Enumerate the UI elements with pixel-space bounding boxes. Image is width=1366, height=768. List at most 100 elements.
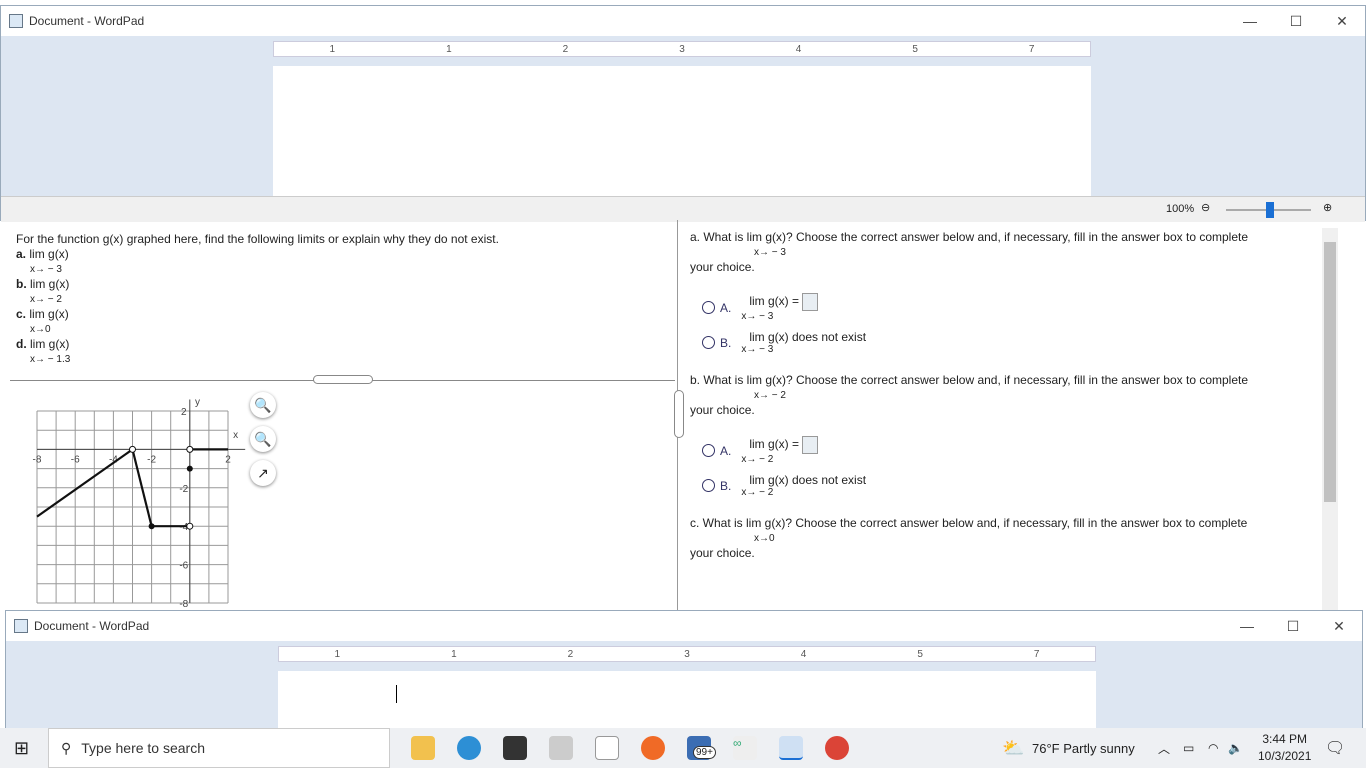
radio-b[interactable] xyxy=(702,336,715,349)
ruler-label: 1 xyxy=(334,648,341,660)
wordpad-icon xyxy=(14,619,28,633)
question-intro: For the function g(x) graphed here, find… xyxy=(16,232,499,246)
answer-input[interactable] xyxy=(802,436,819,454)
item-sub: x→ − 1.3 xyxy=(30,354,71,365)
radio-a[interactable] xyxy=(702,301,715,314)
question-text: b. What is lim g(x)? Choose the correct … xyxy=(690,373,1249,387)
zoom-out-graph-button[interactable]: 🔍 xyxy=(250,426,276,452)
ruler-label: 3 xyxy=(679,43,685,55)
item-expr: lim g(x) xyxy=(30,277,70,291)
limit-item-a: a. lim g(x) x→ − 3 xyxy=(16,247,661,277)
x-tick-label: -6 xyxy=(71,454,80,465)
ruler-label: 3 xyxy=(684,648,690,660)
option-b[interactable]: B. lim g(x) does not exist x→ − 3 xyxy=(702,330,1312,355)
ruler[interactable]: 1 1 2 3 4 5 7 xyxy=(273,41,1091,57)
radio-b[interactable] xyxy=(702,479,715,492)
taskbar-search[interactable]: ⚲ Type here to search xyxy=(48,728,390,768)
ruler-label: 5 xyxy=(912,43,918,55)
pane-resize-handle[interactable] xyxy=(674,390,684,438)
infinity-app-icon[interactable]: ∞ xyxy=(733,736,757,760)
clock-date: 10/3/2021 xyxy=(1258,749,1312,763)
document-area[interactable]: 1 1 2 3 4 5 7 xyxy=(6,641,1362,731)
question-text: a. What is lim g(x)? Choose the correct … xyxy=(690,230,1249,244)
notification-icon[interactable]: 🗨 xyxy=(1325,738,1345,758)
closed-point xyxy=(148,523,155,530)
item-sub: x→ − 2 xyxy=(30,294,62,305)
answer-question: a. What is lim g(x)? Choose the correct … xyxy=(690,230,1312,275)
document-page[interactable] xyxy=(278,671,1096,731)
x-axis-label: x xyxy=(233,430,238,441)
option-sub: x→ − 3 xyxy=(741,344,774,355)
zoom-slider-thumb[interactable] xyxy=(1266,202,1274,218)
answer-question: b. What is lim g(x)? Choose the correct … xyxy=(690,373,1312,418)
popout-graph-button[interactable]: ↗ xyxy=(250,460,276,486)
wifi-icon[interactable]: ◠ xyxy=(1208,741,1218,755)
maximize-button[interactable]: ☐ xyxy=(1273,13,1319,30)
minimize-button[interactable]: — xyxy=(1224,618,1270,635)
edge-icon[interactable] xyxy=(457,736,481,760)
store-icon[interactable] xyxy=(503,736,527,760)
start-button[interactable]: ⊞ xyxy=(14,738,29,759)
zoom-in-graph-button[interactable]: 🔍 xyxy=(250,392,276,418)
window-title: Document - WordPad xyxy=(34,619,150,633)
amazon-icon[interactable] xyxy=(595,736,619,760)
item-label: b. xyxy=(16,277,27,291)
ruler-label: 1 xyxy=(451,648,457,660)
item-sub: x→ − 3 xyxy=(30,264,62,275)
weather-icon[interactable]: ⛅ xyxy=(1002,738,1024,759)
scrollbar-thumb[interactable] xyxy=(1324,242,1336,502)
document-area[interactable]: 1 1 2 3 4 5 7 100% ⊖ ⊕ xyxy=(1,36,1365,222)
open-point xyxy=(129,445,136,453)
chrome-icon[interactable] xyxy=(825,736,849,760)
clock[interactable]: 3:44 PM 10/3/2021 xyxy=(1258,731,1311,765)
item-label: a. xyxy=(16,247,27,261)
option-b[interactable]: B. lim g(x) does not exist x→ − 2 xyxy=(702,473,1312,498)
tray-chevron-icon[interactable]: ︿ xyxy=(1158,740,1170,757)
window-title: Document - WordPad xyxy=(29,14,145,28)
item-expr: lim g(x) xyxy=(29,247,69,261)
y-tick-label: -2 xyxy=(179,484,188,495)
maximize-button[interactable]: ☐ xyxy=(1270,618,1316,635)
mail-badge: 99+ xyxy=(693,746,716,759)
battery-icon[interactable]: ▭ xyxy=(1183,741,1194,755)
open-point xyxy=(186,522,194,530)
option-text: lim g(x) does not exist xyxy=(749,330,867,344)
splitter-handle[interactable] xyxy=(313,375,373,384)
close-button[interactable]: ✕ xyxy=(1319,13,1365,30)
option-sub: x→ − 2 xyxy=(741,487,774,498)
zoom-out-button[interactable]: ⊖ xyxy=(1201,201,1210,214)
minimize-button[interactable]: — xyxy=(1227,13,1273,30)
answer-input[interactable] xyxy=(802,293,819,311)
document-page[interactable] xyxy=(273,66,1091,196)
wordpad-taskbar-icon[interactable] xyxy=(779,736,803,760)
option-label: B. xyxy=(720,335,732,350)
firefox-icon[interactable] xyxy=(641,736,665,760)
scrollbar[interactable] xyxy=(1322,228,1338,610)
weather-text[interactable]: 76°F Partly sunny xyxy=(1032,741,1135,756)
option-text: lim g(x) = xyxy=(749,294,800,309)
mail-icon[interactable]: 99+ xyxy=(687,736,716,760)
wordpad-window-bottom: Document - WordPad — ☐ ✕ 1 1 2 3 4 5 7 xyxy=(5,610,1363,731)
question-text: c. What is lim g(x)? Choose the correct … xyxy=(690,516,1248,530)
option-a[interactable]: A. lim g(x) = x→ − 3 xyxy=(702,293,1312,322)
ruler[interactable]: 1 1 2 3 4 5 7 xyxy=(278,646,1096,662)
volume-icon[interactable]: 🔈 xyxy=(1228,741,1243,755)
zoom-slider[interactable] xyxy=(1226,202,1311,218)
option-a[interactable]: A. lim g(x) = x→ − 2 xyxy=(702,436,1312,465)
radio-a[interactable] xyxy=(702,444,715,457)
close-button[interactable]: ✕ xyxy=(1316,618,1362,635)
question-sub: x→ − 3 xyxy=(754,247,786,258)
status-bar: 100% ⊖ ⊕ xyxy=(1,196,1365,222)
limit-item-c: c. lim g(x) x→0 xyxy=(16,307,661,337)
question-cont: your choice. xyxy=(690,546,755,560)
zoom-in-button[interactable]: ⊕ xyxy=(1323,201,1332,214)
title-bar: Document - WordPad — ☐ ✕ xyxy=(1,6,1365,36)
search-icon: ⚲ xyxy=(61,739,72,756)
dropbox-icon[interactable] xyxy=(549,736,573,760)
text-cursor xyxy=(396,685,397,703)
x-tick-label: -8 xyxy=(33,454,42,465)
y-tick-label: -6 xyxy=(179,561,188,572)
file-explorer-icon[interactable] xyxy=(411,736,435,760)
option-sub: x→ − 3 xyxy=(741,311,774,322)
ruler-label: 2 xyxy=(562,43,569,55)
